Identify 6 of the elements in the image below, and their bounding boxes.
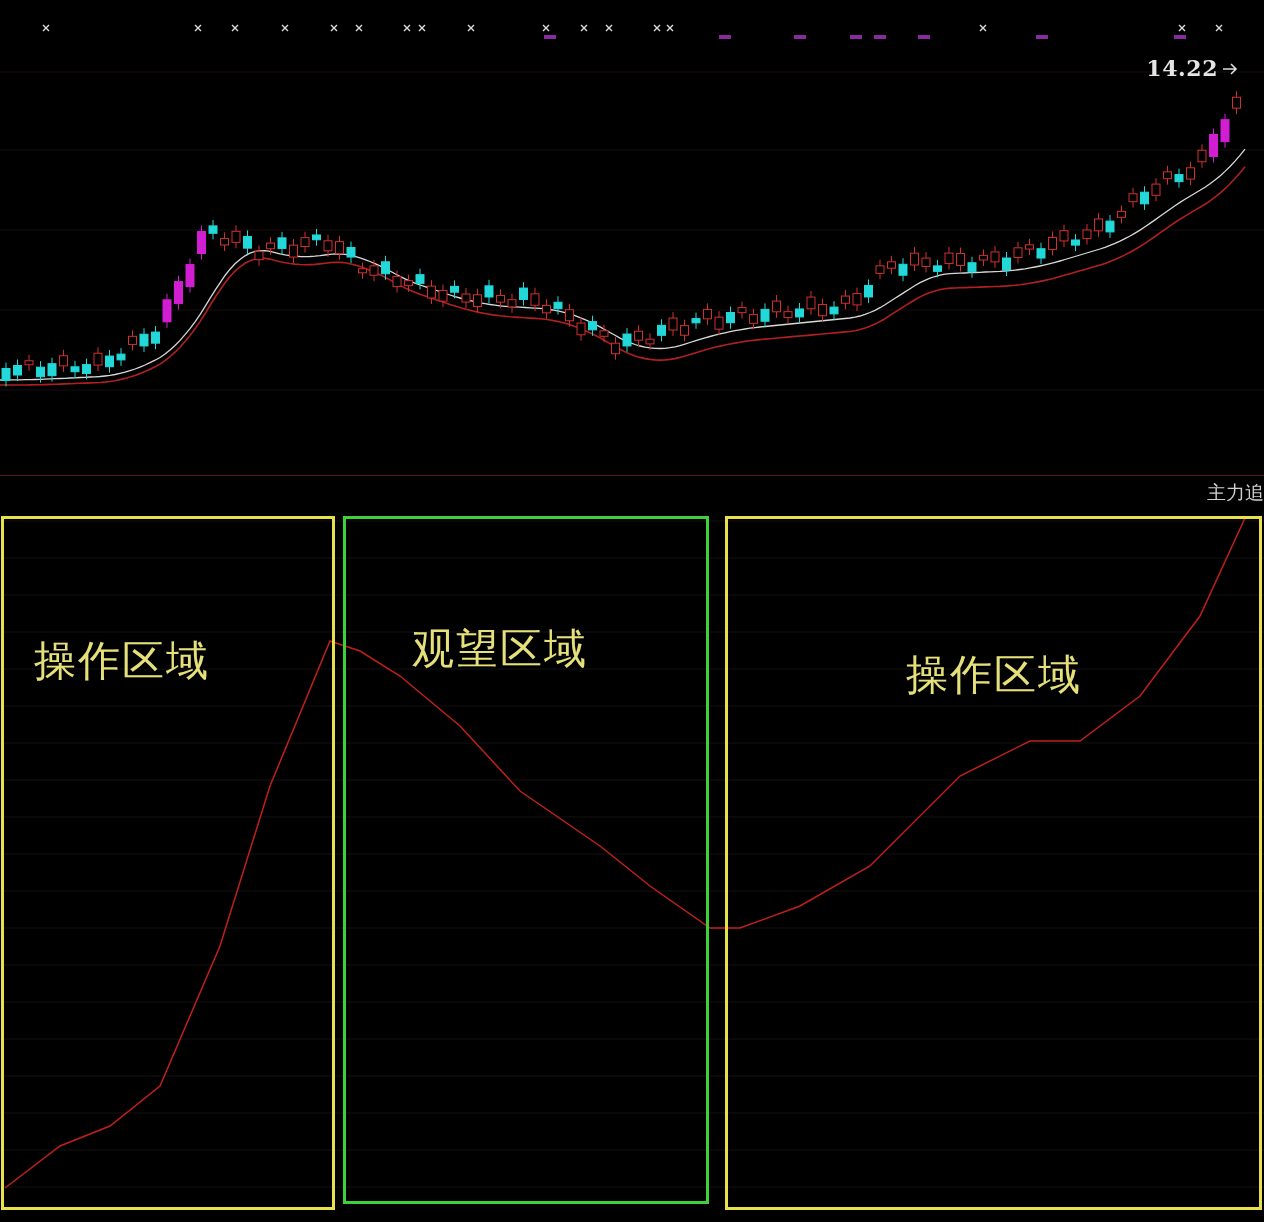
last-price-label: 14.22 (1146, 54, 1218, 83)
zone-label: 操作区域 (905, 649, 1082, 701)
zone-label: 操作区域 (34, 635, 210, 687)
zone-label: 观望区域 (412, 623, 588, 675)
indicator-title: 主力追 (1207, 480, 1264, 505)
arrow-icon (1222, 61, 1238, 76)
